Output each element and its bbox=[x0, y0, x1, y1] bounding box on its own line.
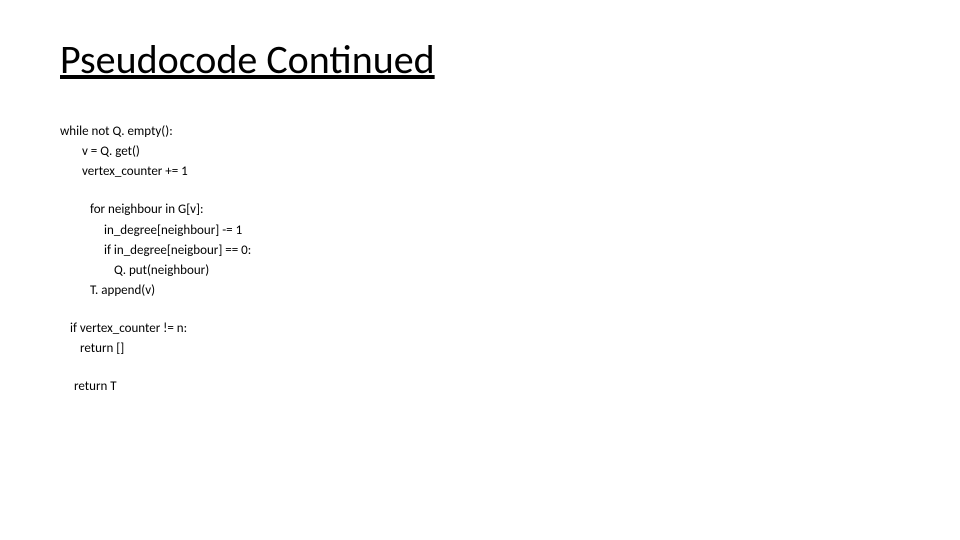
code-line: in_degree[neighbour] -= 1 bbox=[60, 221, 900, 241]
blank-line bbox=[60, 301, 900, 319]
pseudocode-block: while not Q. empty(): v = Q. get() verte… bbox=[60, 122, 900, 398]
code-line: Q. put(neighbour) bbox=[60, 261, 900, 281]
code-line: v = Q. get() bbox=[60, 142, 900, 162]
blank-line bbox=[60, 182, 900, 200]
code-line: for neighbour in G[v]: bbox=[60, 200, 900, 220]
blank-line bbox=[60, 359, 900, 377]
code-line: while not Q. empty(): bbox=[60, 122, 900, 142]
code-line: if vertex_counter != n: bbox=[60, 319, 900, 339]
code-line: if in_degree[neigbour] == 0: bbox=[60, 241, 900, 261]
code-line: return T bbox=[60, 377, 900, 397]
slide-content: Pseudocode Continued while not Q. empty(… bbox=[0, 0, 960, 433]
code-line: return [] bbox=[60, 339, 900, 359]
code-line: T. append(v) bbox=[60, 281, 900, 301]
code-line: vertex_counter += 1 bbox=[60, 162, 900, 182]
slide-title: Pseudocode Continued bbox=[60, 35, 900, 84]
